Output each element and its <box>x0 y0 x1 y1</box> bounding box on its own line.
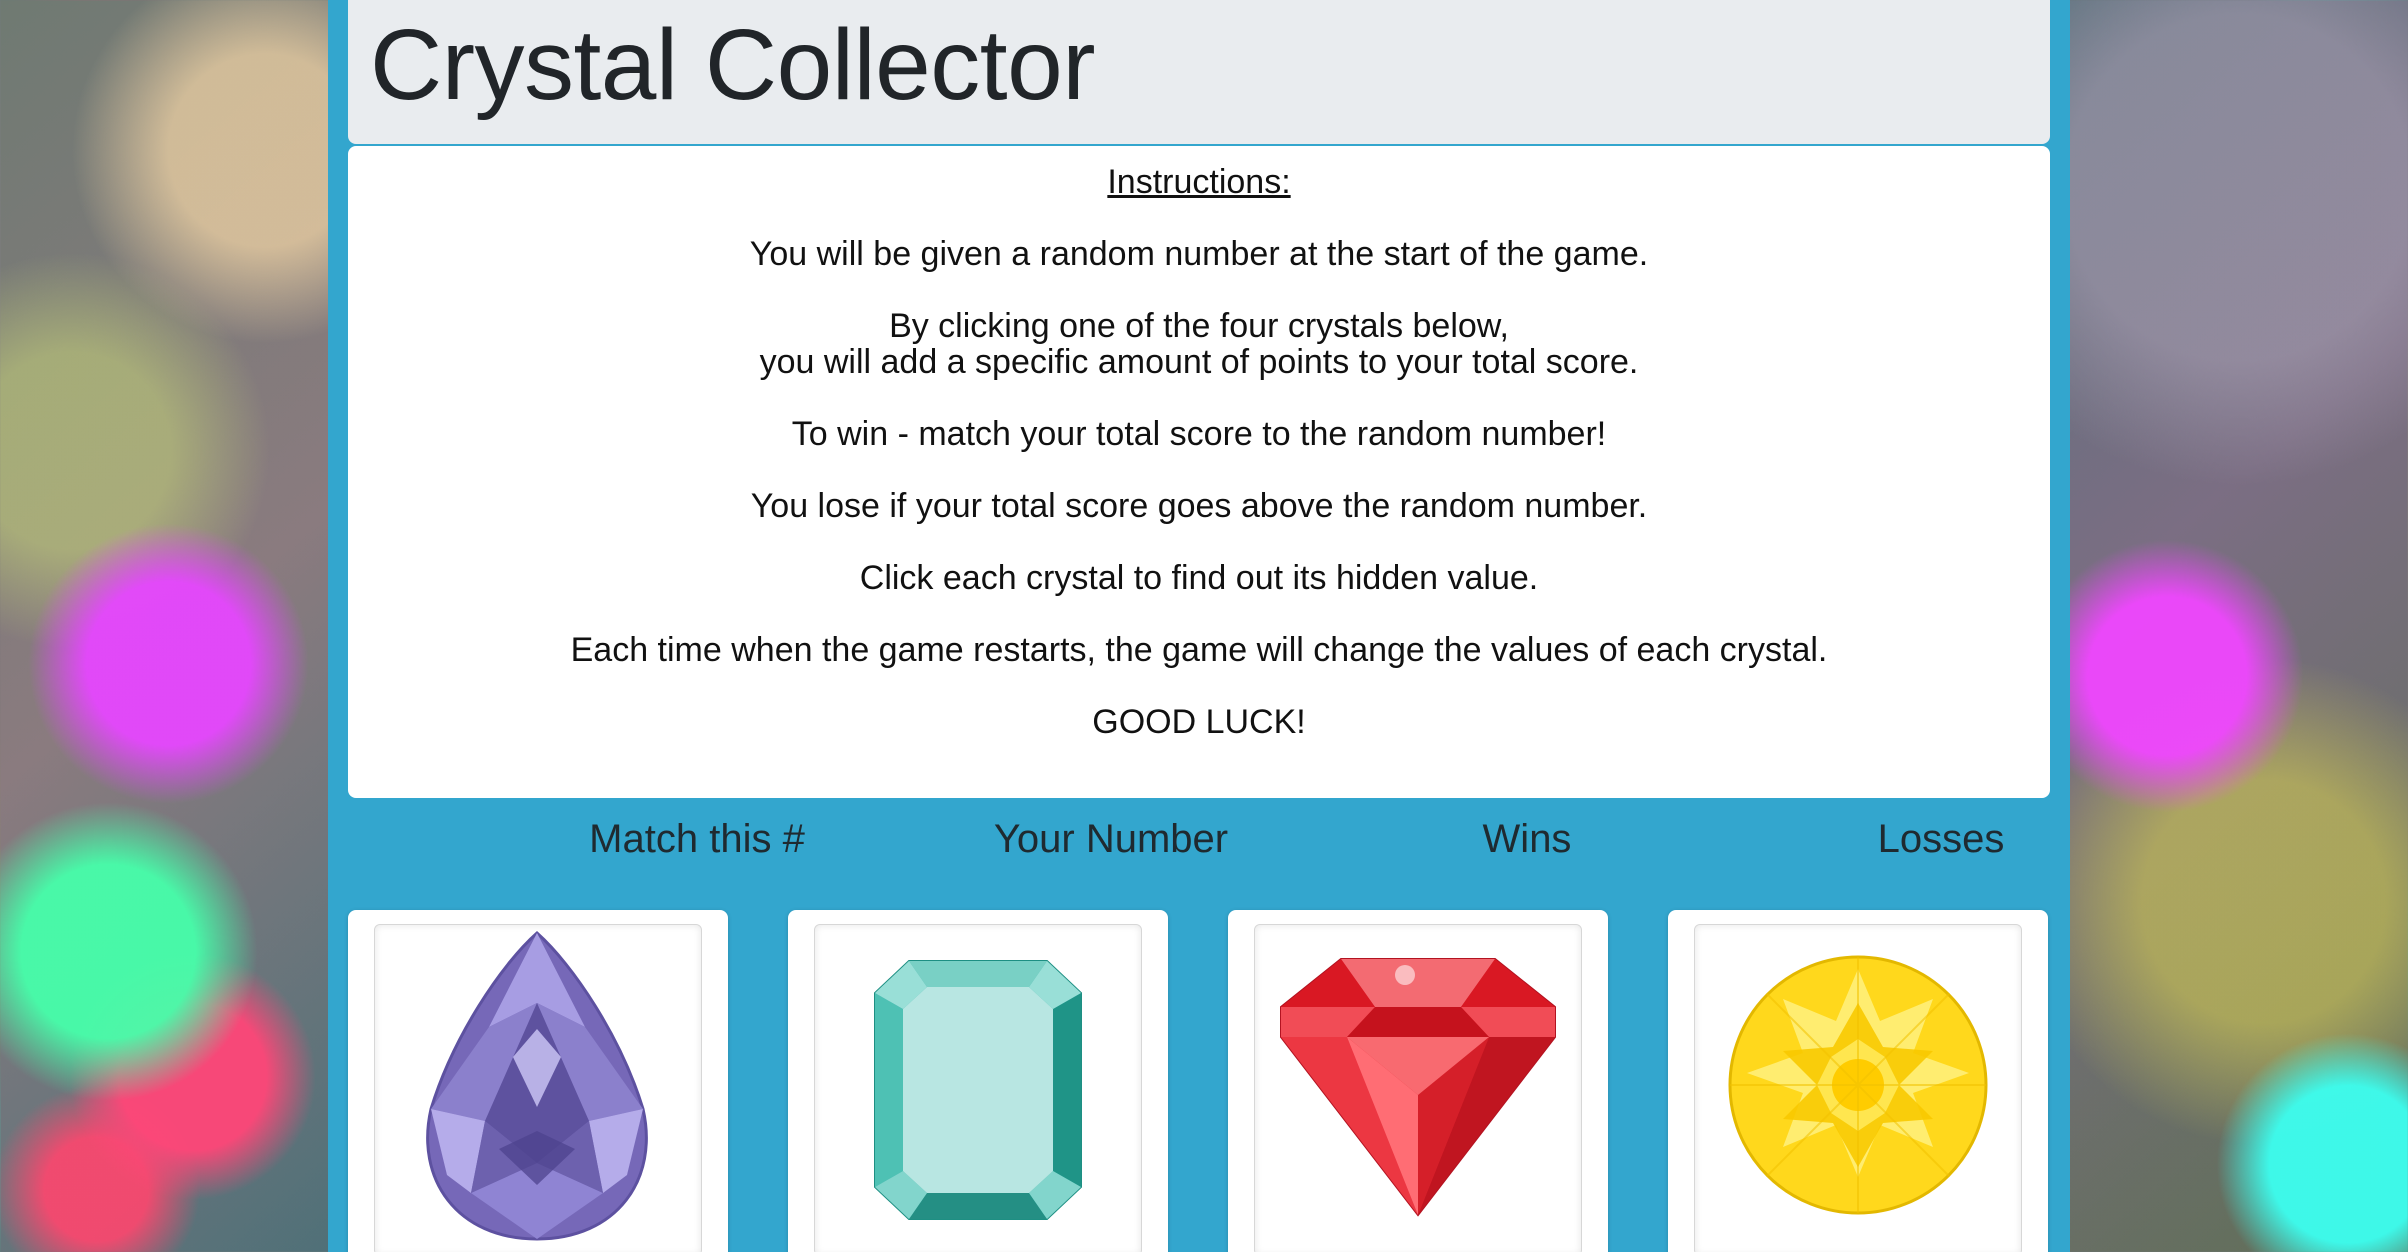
losses-label: Losses <box>1877 817 2005 861</box>
crystal-card-4[interactable] <box>1668 910 2048 1252</box>
crystal-button-teal[interactable] <box>814 924 1142 1252</box>
instruction-line-4: To win - match your total score to the r… <box>791 415 1607 453</box>
wins-label: Wins <box>1482 817 1572 861</box>
yellow-round-crystal-icon <box>1728 955 1988 1215</box>
instruction-line-1: You will be given a random number at the… <box>749 235 1649 273</box>
crystal-card-2[interactable] <box>788 910 1168 1252</box>
instruction-line-2: By clicking one of the four crystals bel… <box>889 307 1509 345</box>
crystal-card-1[interactable] <box>348 910 728 1252</box>
page-title: Crystal Collector <box>370 9 1096 121</box>
red-gem-crystal-icon <box>1280 958 1556 1217</box>
instructions-panel: Instructions: You will be given a random… <box>348 146 2050 798</box>
instructions-heading: Instructions: <box>1107 163 1291 201</box>
teal-emerald-crystal-icon <box>874 960 1082 1220</box>
header-banner: Crystal Collector <box>348 0 2050 144</box>
crystal-button-yellow[interactable] <box>1694 924 2022 1252</box>
crystal-button-purple[interactable] <box>374 924 702 1252</box>
instruction-line-6: Click each crystal to find out its hidde… <box>859 559 1539 597</box>
good-luck-text: GOOD LUCK! <box>1092 703 1306 741</box>
instruction-line-5: You lose if your total score goes above … <box>750 487 1648 525</box>
game-container: Crystal Collector Instructions: You will… <box>328 0 2070 1252</box>
instruction-line-7: Each time when the game restarts, the ga… <box>570 631 1828 669</box>
purple-teardrop-crystal-icon <box>426 930 648 1241</box>
your-number-label: Your Number <box>993 817 1229 861</box>
instruction-line-3: you will add a specific amount of points… <box>759 343 1639 381</box>
match-number-label: Match this # <box>589 817 805 861</box>
crystal-button-red[interactable] <box>1254 924 1582 1252</box>
crystal-card-3[interactable] <box>1228 910 1608 1252</box>
